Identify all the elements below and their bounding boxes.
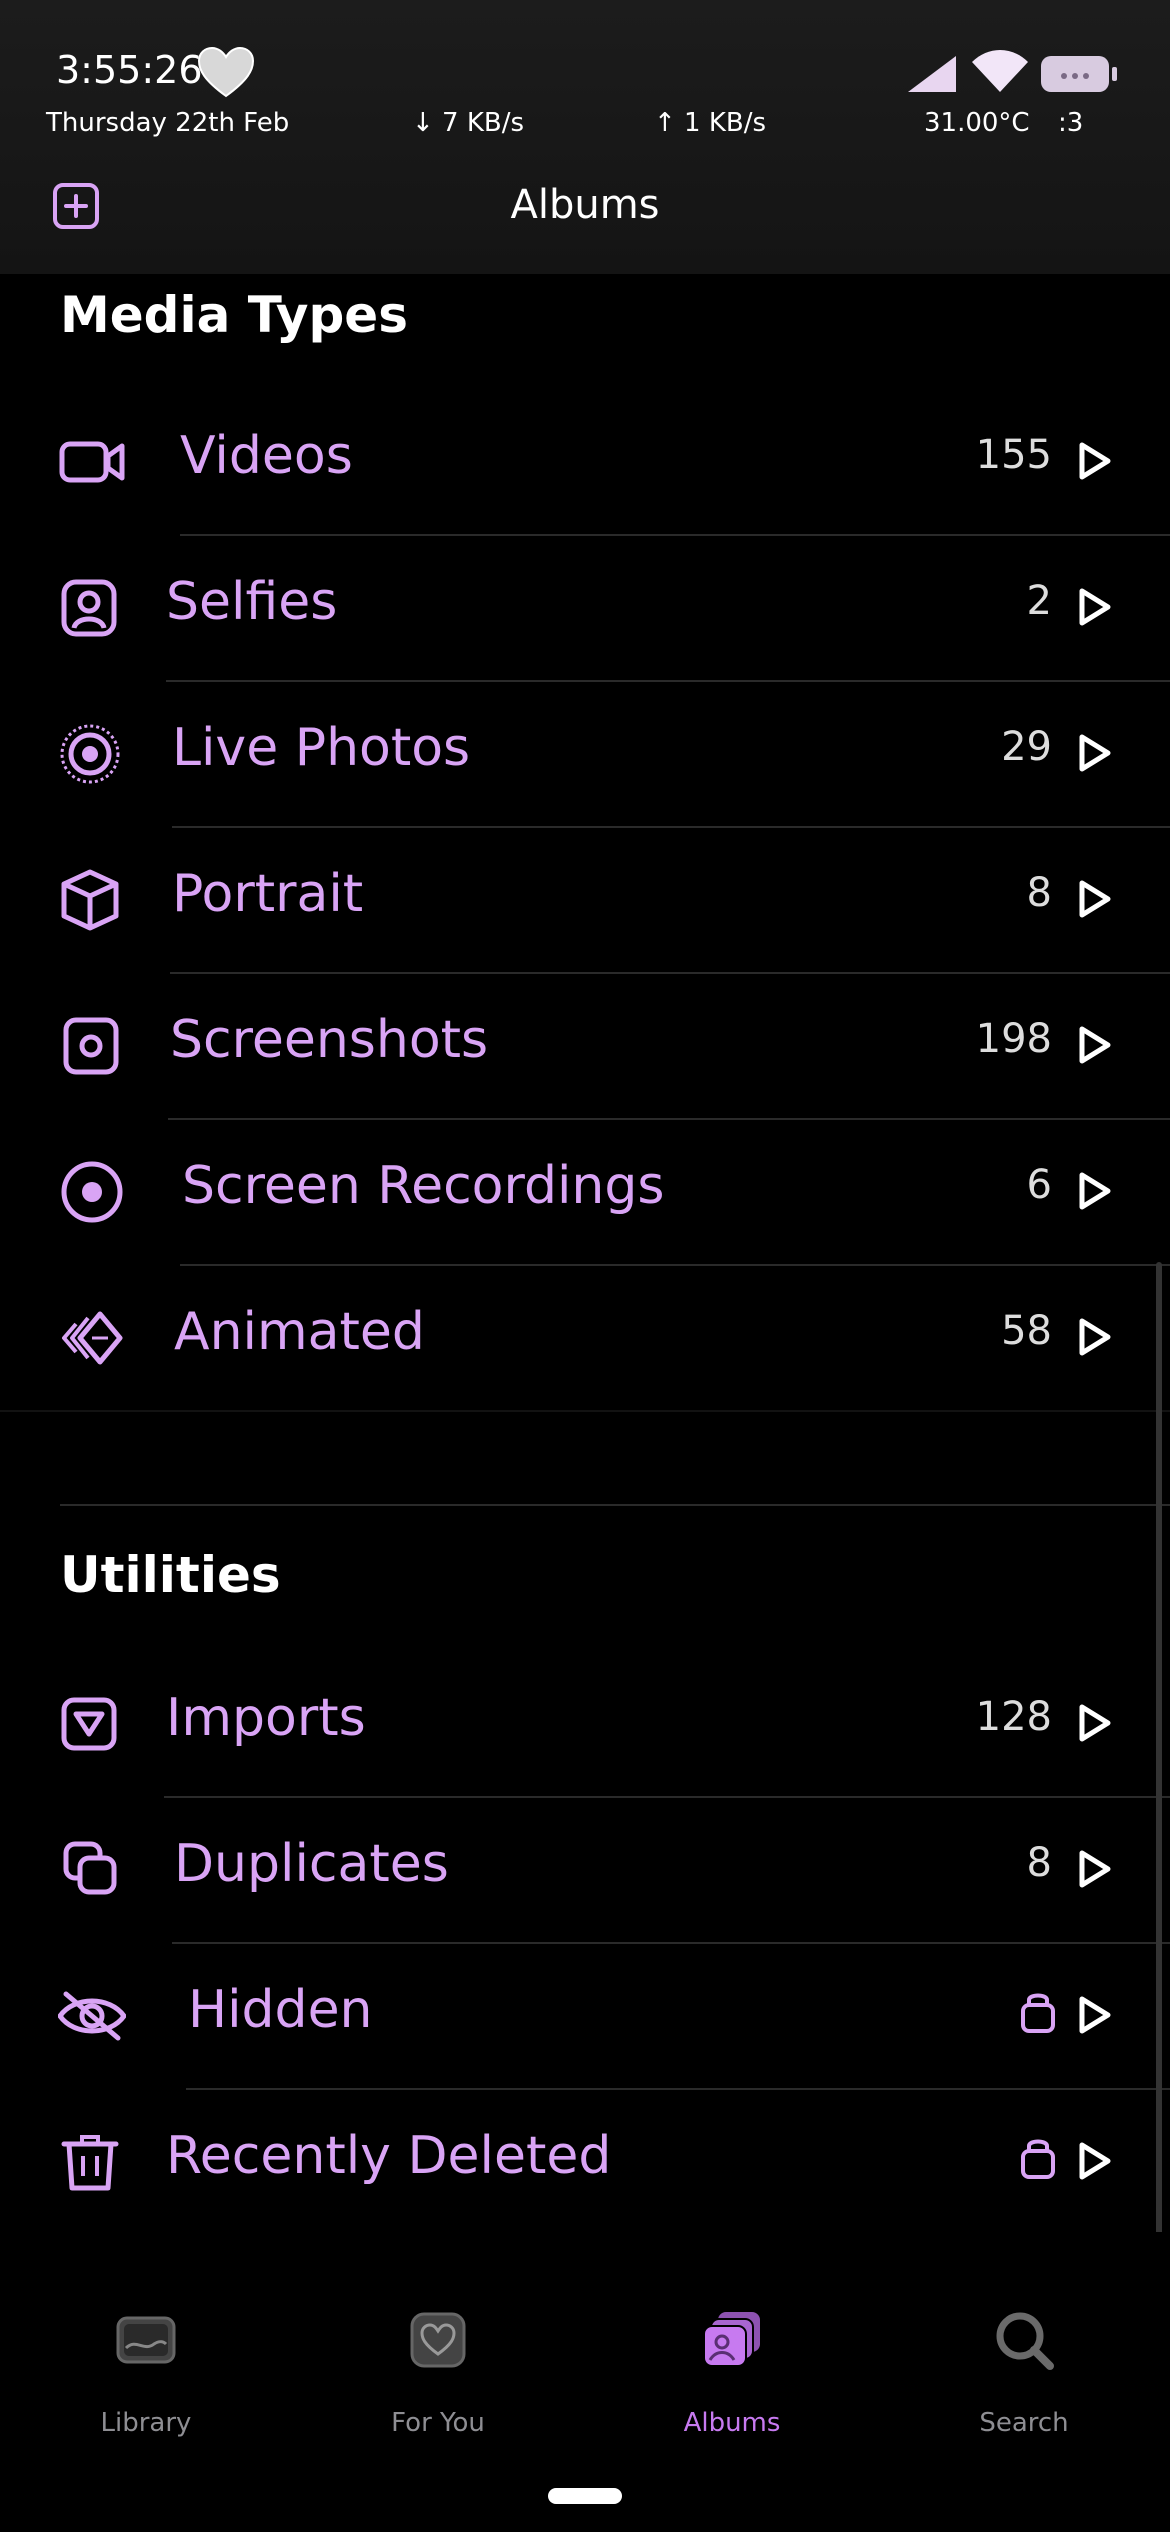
album-row-selfies[interactable]: Selfies 2	[0, 536, 1170, 682]
play-chevron-icon	[1079, 1704, 1111, 1742]
battery-text: :3	[1058, 108, 1084, 138]
album-row-screenshots[interactable]: Screenshots 198	[0, 974, 1170, 1120]
scrollbar[interactable]	[1156, 1262, 1162, 2272]
duplicates-icon	[63, 1841, 117, 1895]
album-row-hidden[interactable]: Hidden	[0, 1944, 1170, 2090]
album-label: Selfies	[166, 572, 338, 632]
album-label: Hidden	[188, 1980, 373, 2040]
screenshot-icon	[63, 1017, 119, 1075]
album-row-duplicates[interactable]: Duplicates 8	[0, 1798, 1170, 1944]
album-label: Duplicates	[174, 1834, 449, 1894]
video-camera-icon	[59, 441, 125, 483]
tab-for-you[interactable]: For You	[328, 2308, 548, 2458]
play-chevron-icon	[1079, 1318, 1111, 1356]
play-chevron-icon	[1079, 1850, 1111, 1888]
album-label: Videos	[180, 426, 353, 486]
temperature: 31.00°C	[924, 108, 1030, 138]
album-count: 58	[1001, 1308, 1052, 1354]
import-icon	[61, 1697, 117, 1751]
lock-icon	[1021, 2139, 1055, 2179]
tab-label: Library	[100, 2408, 192, 2438]
album-row-animated[interactable]: Animated 58	[0, 1266, 1170, 1412]
album-label: Imports	[166, 1688, 366, 1748]
tab-bar: Library For You Albums Search	[0, 2232, 1170, 2532]
play-chevron-icon	[1079, 588, 1111, 626]
album-row-portrait[interactable]: Portrait 8	[0, 828, 1170, 974]
album-count: 155	[975, 432, 1052, 478]
album-label: Animated	[174, 1302, 425, 1362]
album-label: Recently Deleted	[166, 2126, 612, 2186]
album-count: 8	[1026, 1840, 1052, 1886]
play-chevron-icon	[1079, 734, 1111, 772]
section-divider	[60, 1504, 1170, 1506]
row-divider	[0, 1410, 1170, 1412]
trash-icon	[61, 2135, 119, 2191]
album-count: 2	[1026, 578, 1052, 624]
home-indicator[interactable]	[548, 2488, 622, 2504]
lock-icon	[1021, 1993, 1055, 2033]
album-count: 6	[1026, 1162, 1052, 1208]
album-count: 128	[975, 1694, 1052, 1740]
album-count: 8	[1026, 870, 1052, 916]
status-date: Thursday 22th Feb	[46, 108, 290, 138]
animated-icon	[62, 1311, 123, 1365]
heart-icon	[410, 2312, 466, 2368]
play-chevron-icon	[1079, 442, 1111, 480]
selfie-icon	[61, 579, 117, 637]
network-download-speed: ↓ 7 KB/s	[412, 108, 525, 138]
album-row-imports[interactable]: Imports 128	[0, 1652, 1170, 1798]
album-row-videos[interactable]: Videos 155	[0, 390, 1170, 536]
tab-label: Search	[979, 2408, 1069, 2438]
tab-search[interactable]: Search	[914, 2308, 1134, 2458]
play-chevron-icon	[1079, 1996, 1111, 2034]
section-title-utilities: Utilities	[60, 1546, 281, 1604]
album-label: Screenshots	[170, 1010, 489, 1070]
play-chevron-icon	[1079, 1026, 1111, 1064]
album-row-recently-deleted[interactable]: Recently Deleted	[0, 2090, 1170, 2236]
eye-slash-icon	[58, 1991, 126, 2041]
portrait-cube-icon	[61, 869, 119, 931]
network-upload-speed: ↑ 1 KB/s	[654, 108, 767, 138]
album-label: Live Photos	[172, 718, 471, 778]
play-chevron-icon	[1079, 880, 1111, 918]
live-photo-icon	[60, 724, 120, 784]
album-count: 29	[1001, 724, 1052, 770]
photo-library-icon	[116, 2316, 176, 2364]
tab-label: For You	[391, 2408, 485, 2438]
play-chevron-icon	[1079, 2142, 1111, 2180]
heart-icon	[197, 46, 255, 98]
play-chevron-icon	[1079, 1172, 1111, 1210]
album-label: Portrait	[172, 864, 364, 924]
status-time: 3:55:26	[56, 48, 203, 92]
signal-icon	[908, 56, 956, 92]
album-count: 198	[975, 1016, 1052, 1062]
album-row-live-photos[interactable]: Live Photos 29	[0, 682, 1170, 828]
wifi-icon	[972, 50, 1028, 92]
album-label: Screen Recordings	[182, 1156, 665, 1216]
tab-library[interactable]: Library	[36, 2308, 256, 2458]
search-icon	[996, 2312, 1054, 2370]
tab-albums[interactable]: Albums	[622, 2308, 842, 2458]
header: 3:55:26 Thursday 22th Feb ↓ 7 KB/s ↑ 1 K…	[0, 0, 1170, 274]
page-title: Albums	[510, 182, 660, 228]
tab-label: Albums	[683, 2408, 781, 2438]
album-row-screen-recordings[interactable]: Screen Recordings 6	[0, 1120, 1170, 1266]
screen-recording-icon	[61, 1161, 123, 1223]
battery-icon	[1041, 56, 1117, 92]
section-title-media-types: Media Types	[60, 286, 408, 344]
albums-icon	[703, 2312, 760, 2367]
